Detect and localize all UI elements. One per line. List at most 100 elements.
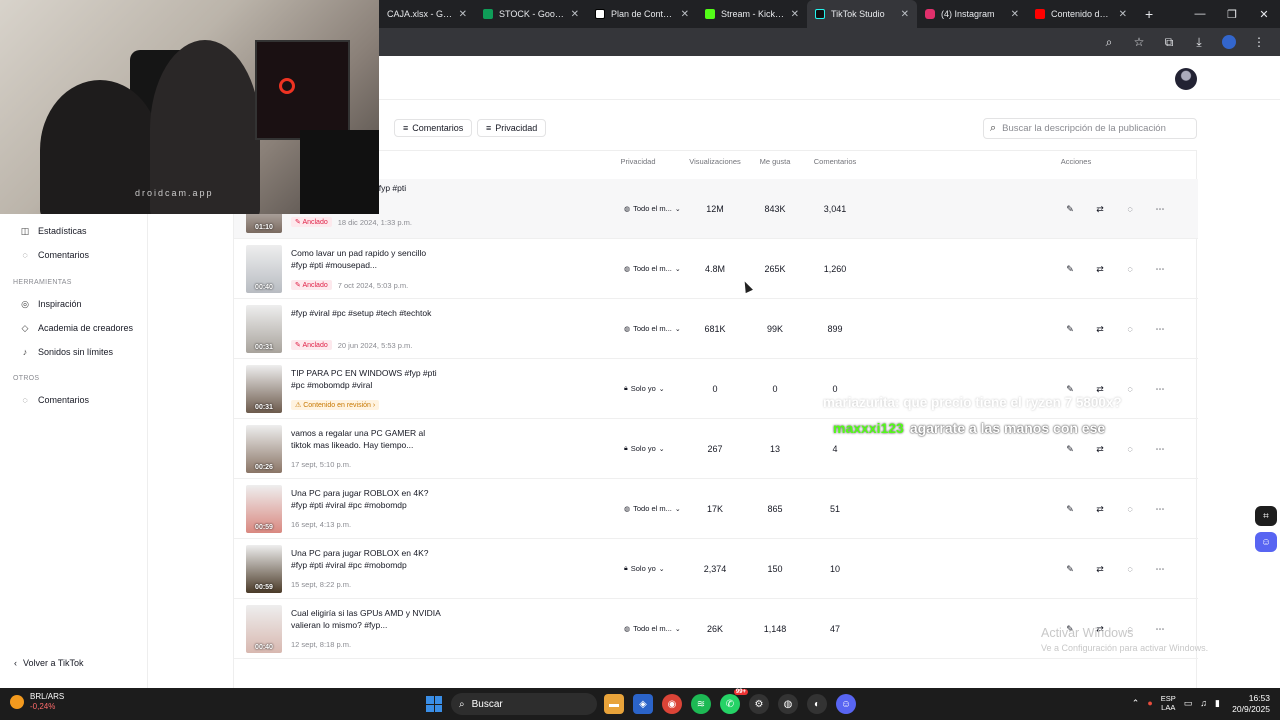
video-description[interactable]: Como lavar un pad rapido y sencillo #fyp… (291, 248, 441, 271)
table-row[interactable]: 00:31 TIP PARA PC EN WINDOWS #fyp #pti #p… (234, 359, 1198, 419)
edit-icon[interactable]: ✎ (1063, 262, 1077, 276)
privacy-dropdown[interactable]: ◍ Todo el m... ⌄ (624, 324, 681, 333)
steam-icon[interactable]: ◐ (807, 694, 827, 714)
video-description[interactable]: #fyp #viral #pc #setup #tech #techtok (291, 308, 441, 320)
privacy-dropdown[interactable]: 🔒︎ Solo yo ⌄ (624, 564, 665, 573)
privacy-dropdown[interactable]: ◍ Todo el m... ⌄ (624, 264, 681, 273)
close-icon[interactable]: ✕ (571, 9, 579, 20)
share-icon[interactable]: ⇄ (1093, 382, 1107, 396)
edit-icon[interactable]: ✎ (1063, 202, 1077, 216)
video-thumbnail[interactable]: 00:31 (246, 305, 282, 353)
video-description[interactable]: Una PC para jugar ROBLOX en 4K? #fyp #pt… (291, 488, 441, 511)
ticker-widget[interactable]: BRL/ARS -0,24% (10, 692, 64, 712)
whatsapp-icon[interactable]: ✆ 99+ (720, 689, 748, 714)
sidebar-item-inspiration[interactable]: ◎ Inspiración (0, 294, 148, 314)
privacy-dropdown[interactable]: ◍ Todo el m... ⌄ (624, 204, 681, 213)
comment-icon[interactable]: ◌ (1123, 262, 1137, 276)
browser-tab[interactable]: Plan de Contenid ✕ (587, 0, 697, 28)
video-thumbnail[interactable]: 00:59 (246, 545, 282, 593)
more-icon[interactable]: ⋯ (1153, 202, 1167, 216)
edit-icon[interactable]: ✎ (1063, 562, 1077, 576)
comment-icon[interactable]: ◌ (1123, 502, 1137, 516)
taskbar-clock[interactable]: 16:53 20/9/2025 (1232, 693, 1270, 715)
share-icon[interactable]: ⇄ (1093, 442, 1107, 456)
column-header-comments[interactable]: Comentarios (814, 157, 857, 166)
search-input[interactable] (1002, 123, 1183, 134)
table-row[interactable]: 00:40 Como lavar un pad rapido y sencillo… (234, 239, 1198, 299)
browser-tab[interactable]: Stream - Kick Das ✕ (697, 0, 807, 28)
more-icon[interactable]: ⋯ (1153, 502, 1167, 516)
sidebar-item-other-comments[interactable]: ◌ Comentarios (0, 390, 148, 410)
more-icon[interactable]: ⋯ (1153, 382, 1167, 396)
vscode-icon[interactable]: ◈ (633, 694, 653, 714)
more-icon[interactable]: ⋯ (1153, 442, 1167, 456)
close-icon[interactable]: ✕ (791, 9, 799, 20)
discord-float-button[interactable]: ☺ (1255, 532, 1277, 552)
edit-icon[interactable]: ✎ (1063, 382, 1077, 396)
network-icon[interactable]: ▭ (1184, 698, 1193, 709)
video-description[interactable]: vamos a regalar una PC GAMER al tiktok m… (291, 428, 441, 451)
comment-icon[interactable]: ◌ (1123, 322, 1137, 336)
profile-icon[interactable] (1222, 35, 1236, 49)
share-icon[interactable]: ⇄ (1093, 322, 1107, 336)
edit-icon[interactable]: ✎ (1063, 502, 1077, 516)
privacy-dropdown[interactable]: 🔒︎ Solo yo ⌄ (624, 444, 665, 453)
menu-kebab-icon[interactable]: ⋮ (1246, 31, 1272, 53)
browser-tab[interactable]: CAJA.xlsx - Googl ✕ (379, 0, 475, 28)
chrome-icon[interactable]: ◉ (662, 694, 682, 714)
comment-icon[interactable]: ◌ (1123, 382, 1137, 396)
file-explorer-icon[interactable]: ▬ (604, 694, 624, 714)
more-icon[interactable]: ⋯ (1153, 622, 1167, 636)
zoom-icon[interactable]: ⌕ (1096, 31, 1122, 53)
filter-privacy-button[interactable]: ≡ Privacidad (477, 119, 547, 137)
close-icon[interactable]: ✕ (1011, 9, 1019, 20)
table-row[interactable]: 00:59 Una PC para jugar ROBLOX en 4K? #fy… (234, 479, 1198, 539)
table-row[interactable]: 00:31 #fyp #viral #pc #setup #tech #techt… (234, 299, 1198, 359)
video-description[interactable]: Una PC para jugar ROBLOX en 4K? #fyp #pt… (291, 548, 441, 571)
close-icon[interactable]: ✕ (459, 9, 467, 20)
table-row[interactable]: 00:59 Una PC para jugar ROBLOX en 4K? #fy… (234, 539, 1198, 599)
comment-icon[interactable]: ◌ (1123, 202, 1137, 216)
close-icon[interactable]: ✕ (681, 9, 689, 20)
video-thumbnail[interactable]: 00:59 (246, 485, 282, 533)
privacy-dropdown[interactable]: 🔒︎ Solo yo ⌄ (624, 384, 665, 393)
sidebar-item-comments[interactable]: ◌ Comentarios (0, 245, 148, 265)
video-description[interactable]: TIP PARA PC EN WINDOWS #fyp #pti #pc #mo… (291, 368, 441, 391)
comment-icon[interactable]: ◌ (1123, 562, 1137, 576)
video-thumbnail[interactable]: 00:40 (246, 605, 282, 653)
browser-tab[interactable]: STOCK - Google S ✕ (475, 0, 587, 28)
chevron-up-icon[interactable]: ⌃ (1132, 698, 1140, 709)
column-header-privacy[interactable]: Privacidad (620, 157, 655, 166)
more-icon[interactable]: ⋯ (1153, 562, 1167, 576)
comment-icon[interactable]: ◌ (1123, 442, 1137, 456)
discord-icon[interactable]: ☺ (836, 694, 856, 714)
more-icon[interactable]: ⋯ (1153, 322, 1167, 336)
settings-gear-icon[interactable]: ⚙ (749, 694, 769, 714)
spotify-icon[interactable]: ≋ (691, 694, 711, 714)
qr-scan-button[interactable]: ⌗ (1255, 506, 1277, 526)
video-thumbnail[interactable]: 00:26 (246, 425, 282, 473)
video-thumbnail[interactable]: 00:31 (246, 365, 282, 413)
close-icon[interactable]: ✕ (901, 9, 909, 20)
video-description[interactable]: #fyp #pti (374, 183, 524, 195)
volume-icon[interactable]: ♫ (1200, 698, 1207, 708)
extensions-icon[interactable]: ⧉ (1156, 31, 1182, 53)
download-icon[interactable]: ⤓ (1186, 31, 1212, 53)
privacy-dropdown[interactable]: ◍ Todo el m... ⌄ (624, 504, 681, 513)
video-thumbnail[interactable]: 00:40 (246, 245, 282, 293)
share-icon[interactable]: ⇄ (1093, 562, 1107, 576)
share-icon[interactable]: ⇄ (1093, 502, 1107, 516)
avatar[interactable] (1175, 68, 1197, 90)
taskbar-search[interactable]: ⌕ Buscar (451, 693, 597, 715)
new-tab-button[interactable]: + (1135, 6, 1163, 22)
microphone-icon[interactable]: ● (1147, 698, 1152, 708)
edit-icon[interactable]: ✎ (1063, 442, 1077, 456)
more-icon[interactable]: ⋯ (1153, 262, 1167, 276)
sidebar-item-academy[interactable]: ◇ Academia de creadores (0, 318, 148, 338)
close-icon[interactable]: ✕ (1119, 9, 1127, 20)
minimize-icon[interactable]: — (1184, 0, 1216, 28)
sidebar-item-statistics[interactable]: ◫ Estadísticas (0, 221, 148, 241)
share-icon[interactable]: ⇄ (1093, 202, 1107, 216)
obs-icon[interactable]: ◍ (778, 694, 798, 714)
bookmark-star-icon[interactable]: ☆ (1126, 31, 1152, 53)
